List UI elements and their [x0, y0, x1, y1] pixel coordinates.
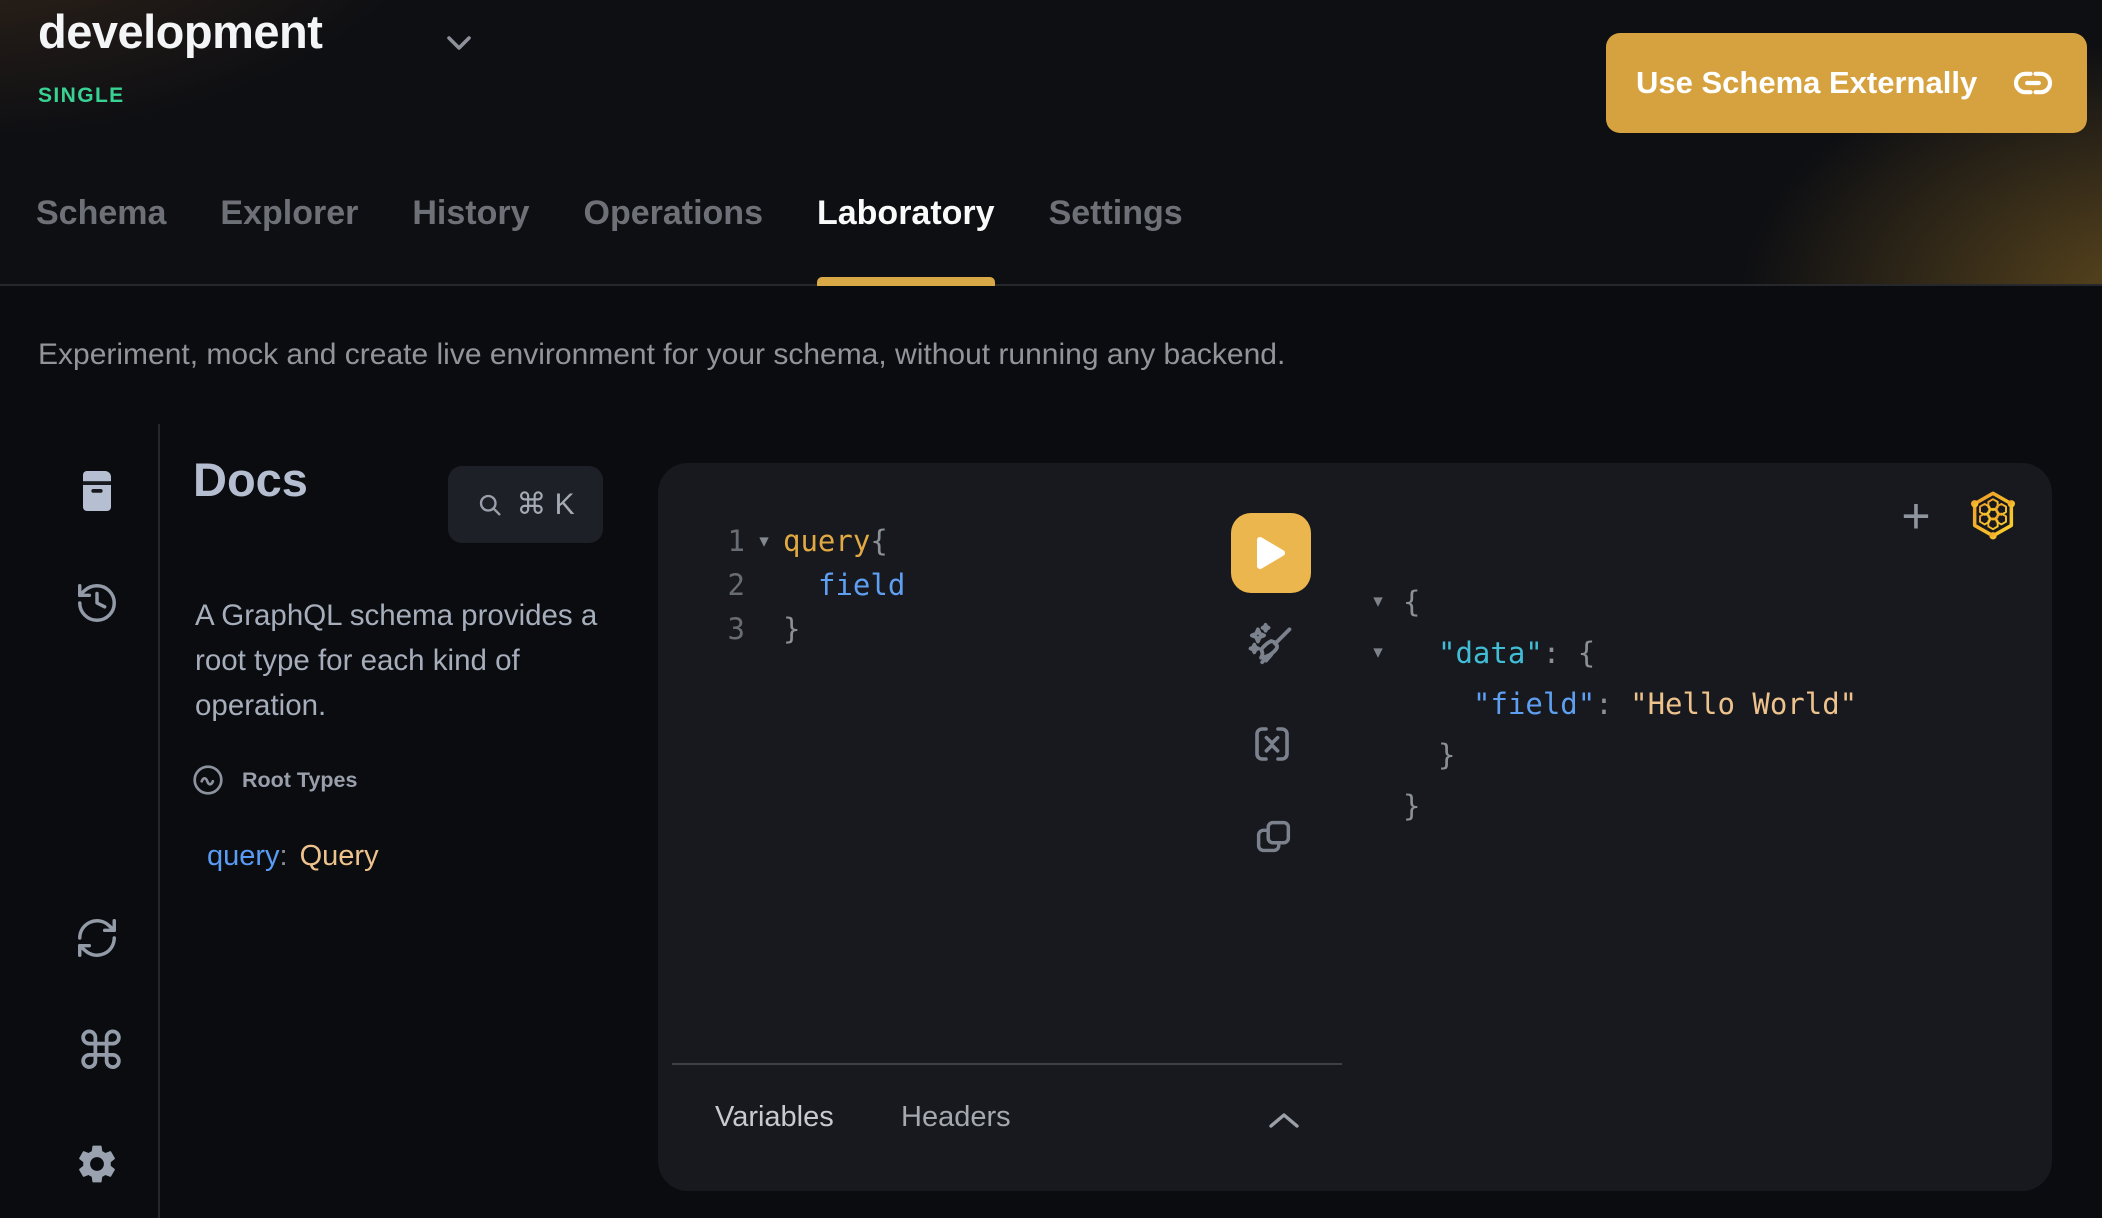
- command-icon[interactable]: ⌘: [75, 1024, 127, 1080]
- laboratory-page: development SINGLE Use Schema Externally…: [0, 0, 2102, 1218]
- tab-settings[interactable]: Settings: [1049, 194, 1183, 286]
- response-collapse-marker-icon[interactable]: ▾: [1366, 641, 1390, 664]
- token-close-brace: }: [783, 612, 800, 646]
- tab-schema[interactable]: Schema: [36, 194, 166, 286]
- response-line-4: }: [1403, 729, 1857, 780]
- token-query-keyword: query: [783, 524, 870, 558]
- token-separator: :: [1543, 636, 1578, 670]
- root-type-value: Query: [300, 840, 379, 872]
- root-types-section: Root Types: [191, 763, 357, 797]
- search-icon: [476, 491, 504, 519]
- line-number: 3: [658, 612, 745, 646]
- copy-query-icon[interactable]: [1250, 813, 1296, 861]
- headers-tab[interactable]: Headers: [901, 1101, 1011, 1134]
- operation-panel: 1 ▾ query{ 2 field 3 }: [658, 463, 2052, 1191]
- response-viewer: { "data": { "field": "Hello World" } }: [1403, 576, 1857, 831]
- line-number: 2: [658, 568, 745, 602]
- token-field-key: "field": [1403, 687, 1595, 721]
- editor-bottom-divider: [672, 1063, 1342, 1065]
- fold-marker-icon[interactable]: ▾: [745, 530, 783, 553]
- project-title: development: [38, 4, 322, 59]
- root-type-query-link[interactable]: query: Query: [207, 840, 379, 873]
- docs-description: A GraphQL schema provides a root type fo…: [195, 593, 625, 728]
- editor-line-3: 3 }: [658, 607, 905, 651]
- line-number: 1: [658, 524, 745, 558]
- use-schema-externally-label: Use Schema Externally: [1636, 65, 1977, 101]
- token-open-brace: {: [1578, 636, 1595, 670]
- response-line-1: {: [1403, 576, 1857, 627]
- collapse-panel-chevron-up-icon[interactable]: [1266, 1111, 1302, 1131]
- token-field-value: "Hello World": [1630, 687, 1857, 721]
- merge-fragments-icon[interactable]: [1248, 720, 1296, 768]
- token-close-brace: }: [1403, 789, 1420, 823]
- response-collapse-marker-icon[interactable]: ▾: [1366, 590, 1390, 613]
- docs-title: Docs: [193, 452, 308, 507]
- tab-history[interactable]: History: [412, 194, 529, 286]
- docs-book-icon[interactable]: [73, 466, 121, 516]
- root-types-icon: [191, 763, 225, 797]
- docs-search-button[interactable]: ⌘ K: [448, 466, 603, 543]
- tab-laboratory[interactable]: Laboratory: [817, 194, 995, 286]
- search-shortcut: ⌘ K: [516, 487, 574, 522]
- token-close-brace: }: [1403, 738, 1455, 772]
- editor-line-1: 1 ▾ query{: [658, 519, 905, 563]
- token-separator: :: [1595, 687, 1630, 721]
- page-subtitle: Experiment, mock and create live environ…: [38, 338, 1285, 372]
- token-data-key: "data": [1403, 636, 1543, 670]
- settings-gear-icon[interactable]: [74, 1141, 120, 1187]
- link-icon: [2009, 63, 2057, 103]
- history-icon[interactable]: [74, 580, 120, 626]
- editor-line-2: 2 field: [658, 563, 905, 607]
- add-tab-button[interactable]: +: [1890, 487, 1942, 545]
- variables-tab[interactable]: Variables: [715, 1101, 834, 1134]
- token-field: field: [783, 568, 905, 602]
- response-line-5: }: [1403, 780, 1857, 831]
- tab-explorer[interactable]: Explorer: [220, 194, 358, 286]
- play-icon: [1255, 535, 1287, 571]
- single-badge: SINGLE: [38, 84, 125, 108]
- root-type-separator: :: [280, 840, 288, 872]
- prettify-brush-icon[interactable]: [1244, 619, 1298, 673]
- response-line-2: "data": {: [1403, 627, 1857, 678]
- use-schema-externally-button[interactable]: Use Schema Externally: [1606, 33, 2087, 133]
- root-types-label: Root Types: [242, 768, 357, 793]
- execute-query-button[interactable]: [1231, 513, 1311, 593]
- query-editor[interactable]: 1 ▾ query{ 2 field 3 }: [658, 519, 905, 651]
- project-chevron-down-icon[interactable]: [445, 33, 473, 53]
- response-line-3: "field": "Hello World": [1403, 678, 1857, 729]
- rail-divider: [158, 424, 160, 1218]
- page-header: development SINGLE Use Schema Externally…: [0, 0, 2102, 286]
- hive-logo-icon[interactable]: [1968, 489, 2018, 541]
- tab-operations[interactable]: Operations: [584, 194, 763, 286]
- main-tabs: Schema Explorer History Operations Labor…: [36, 194, 1183, 286]
- token-open-brace: {: [1403, 585, 1420, 619]
- refresh-icon[interactable]: [74, 915, 120, 961]
- root-type-name: query: [207, 840, 280, 872]
- token-open-brace: {: [870, 524, 887, 558]
